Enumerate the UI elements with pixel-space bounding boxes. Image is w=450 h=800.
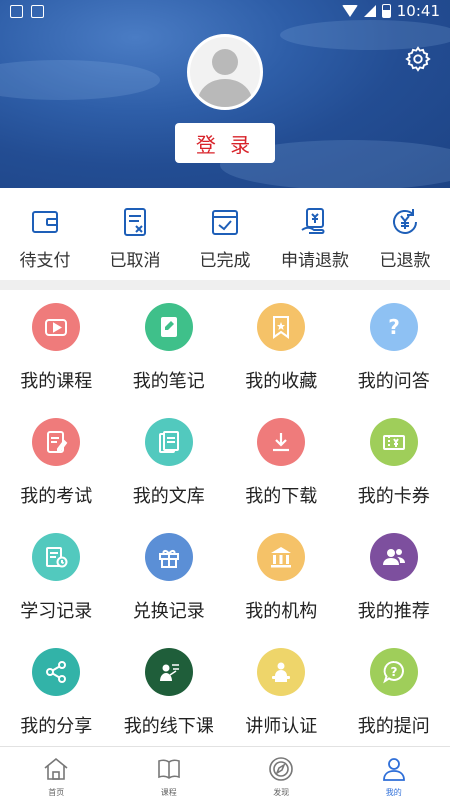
my-offline-classes[interactable]: 我的线下课 [113,635,226,750]
teacher-certification[interactable]: 讲师认证 [225,635,338,750]
tv-icon [45,319,68,336]
tab-home[interactable]: 首页 [0,747,113,800]
status-time: 10:41 [396,2,440,20]
profile-header: 10:41 登 录 [0,0,450,188]
order-refunded[interactable]: 已退款 [360,188,450,280]
question-icon: ? [388,315,400,339]
svg-text:?: ? [388,315,400,339]
battery-icon [381,4,391,18]
exam-icon [47,431,68,453]
profile-screen: 10:41 登 录 待支付 已取消 已完成 申请退款 已退款 我的课程 我的笔记… [0,0,450,800]
section-divider [0,280,450,290]
my-downloads[interactable]: 我的下载 [225,405,338,520]
download-icon [273,433,290,452]
login-button[interactable]: 登 录 [175,123,275,163]
my-shares[interactable]: 我的分享 [0,635,113,750]
my-exams[interactable]: 我的考试 [0,405,113,520]
tab-courses[interactable]: 课程 [113,747,226,800]
profile-icon [382,758,405,781]
status-bar: 10:41 [0,0,450,24]
note-icon [160,317,177,337]
gift-icon [158,550,179,568]
image-notification-icon [10,5,23,18]
ask-icon: ? [382,661,404,684]
cancelled-doc-icon [124,208,146,236]
bookmark-icon [273,316,290,339]
study-record-icon [46,547,68,568]
library-icon [158,431,179,453]
wallet-icon [32,211,58,233]
tab-discover[interactable]: 发现 [225,747,338,800]
redeem-records[interactable]: 兑换记录 [113,520,226,635]
teacher-icon [272,662,291,682]
order-refund-request[interactable]: 申请退款 [270,188,360,280]
my-questions[interactable]: ? 我的提问 [338,635,450,750]
recommend-users-icon [382,549,405,565]
discover-icon [269,757,294,781]
text-notification-icon [31,5,44,18]
feature-grid: 我的课程 我的笔记 我的收藏 ? 我的问答 我的考试 我的文库 我的下载 我的卡… [0,290,450,750]
home-icon [44,757,68,780]
refunded-yen-icon [393,209,417,234]
completed-check-icon [212,210,238,235]
my-qa[interactable]: ? 我的问答 [338,290,450,405]
my-coupons[interactable]: 我的卡券 [338,405,450,520]
my-favorites[interactable]: 我的收藏 [225,290,338,405]
my-notes[interactable]: 我的笔记 [113,290,226,405]
share-icon [46,661,67,683]
svg-text:?: ? [390,665,397,679]
tab-profile[interactable]: 我的 [338,747,450,800]
coupon-icon [382,435,405,450]
my-recommendations[interactable]: 我的推荐 [338,520,450,635]
bottom-tab-bar: 首页 课程 发现 我的 [0,746,450,800]
order-status-row: 待支付 已取消 已完成 申请退款 已退款 [0,188,450,280]
institution-icon [271,547,292,568]
my-courses[interactable]: 我的课程 [0,290,113,405]
study-records[interactable]: 学习记录 [0,520,113,635]
wifi-icon [341,5,358,17]
offline-class-icon [159,664,179,681]
signal-icon [363,5,376,17]
order-pending-payment[interactable]: 待支付 [0,188,90,280]
avatar[interactable] [187,34,263,110]
gear-icon[interactable] [404,45,432,73]
order-cancelled[interactable]: 已取消 [90,188,180,280]
order-completed[interactable]: 已完成 [180,188,270,280]
refund-request-icon [301,208,325,234]
book-icon [157,759,180,779]
my-institution[interactable]: 我的机构 [225,520,338,635]
my-library[interactable]: 我的文库 [113,405,226,520]
